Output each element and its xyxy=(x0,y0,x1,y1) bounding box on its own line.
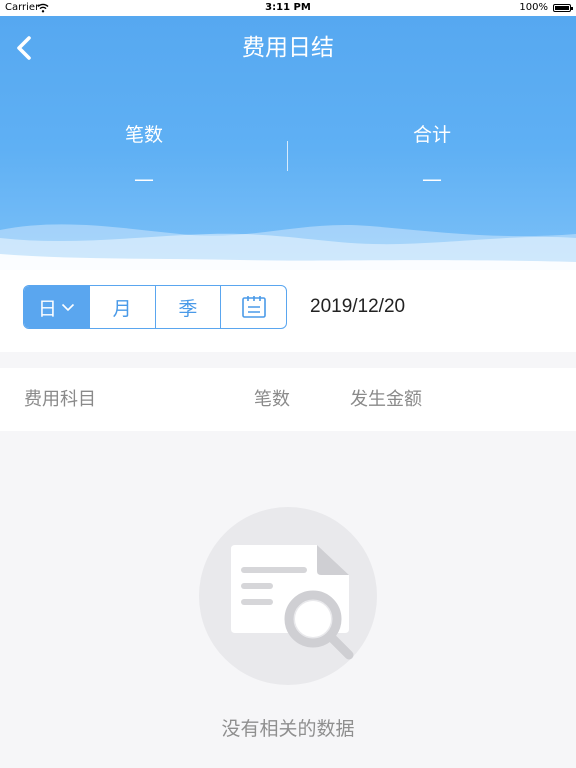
selected-date[interactable]: 2019/12/20 xyxy=(310,285,405,329)
total-value: — xyxy=(422,167,442,191)
count-summary: 笔数 — xyxy=(0,118,288,196)
calendar-button[interactable] xyxy=(220,286,286,328)
chevron-down-icon xyxy=(61,303,74,312)
battery-icon xyxy=(553,4,573,12)
table-header: 费用科目 笔数 发生金额 xyxy=(0,368,576,431)
period-quarter-label: 季 xyxy=(178,297,198,320)
count-value: — xyxy=(134,167,154,191)
page-title: 费用日结 xyxy=(242,35,334,61)
wave-decoration xyxy=(0,224,576,272)
total-summary: 合计 — xyxy=(288,118,576,196)
clock: 3:11 PM xyxy=(265,2,311,13)
calendar-icon xyxy=(241,296,266,318)
empty-state-message: 没有相关的数据 xyxy=(221,718,355,740)
battery-percent: 100% xyxy=(519,2,548,13)
period-selector: 日 月 季 xyxy=(23,285,287,329)
header-banner: Carrier 3:11 PM 100% 费用日结 笔数 — 合计 — xyxy=(0,0,576,272)
column-header-subject: 费用科目 xyxy=(24,389,96,410)
date-filter-bar: 日 月 季 2019/12/20 xyxy=(0,272,576,352)
page: Carrier 3:11 PM 100% 费用日结 笔数 — 合计 — 日 月 … xyxy=(0,0,576,768)
period-quarter-button[interactable]: 季 xyxy=(154,286,221,328)
period-day-label: 日 xyxy=(37,297,57,320)
total-label: 合计 xyxy=(412,124,451,146)
period-month-label: 月 xyxy=(112,297,132,320)
count-label: 笔数 xyxy=(124,124,163,146)
period-month-button[interactable]: 月 xyxy=(88,286,155,328)
column-header-amount: 发生金额 xyxy=(350,389,422,410)
column-header-count: 笔数 xyxy=(254,389,290,410)
status-bar: Carrier 3:11 PM 100% xyxy=(0,0,576,16)
period-day-button[interactable]: 日 xyxy=(24,286,89,328)
document-search-icon xyxy=(231,545,354,660)
